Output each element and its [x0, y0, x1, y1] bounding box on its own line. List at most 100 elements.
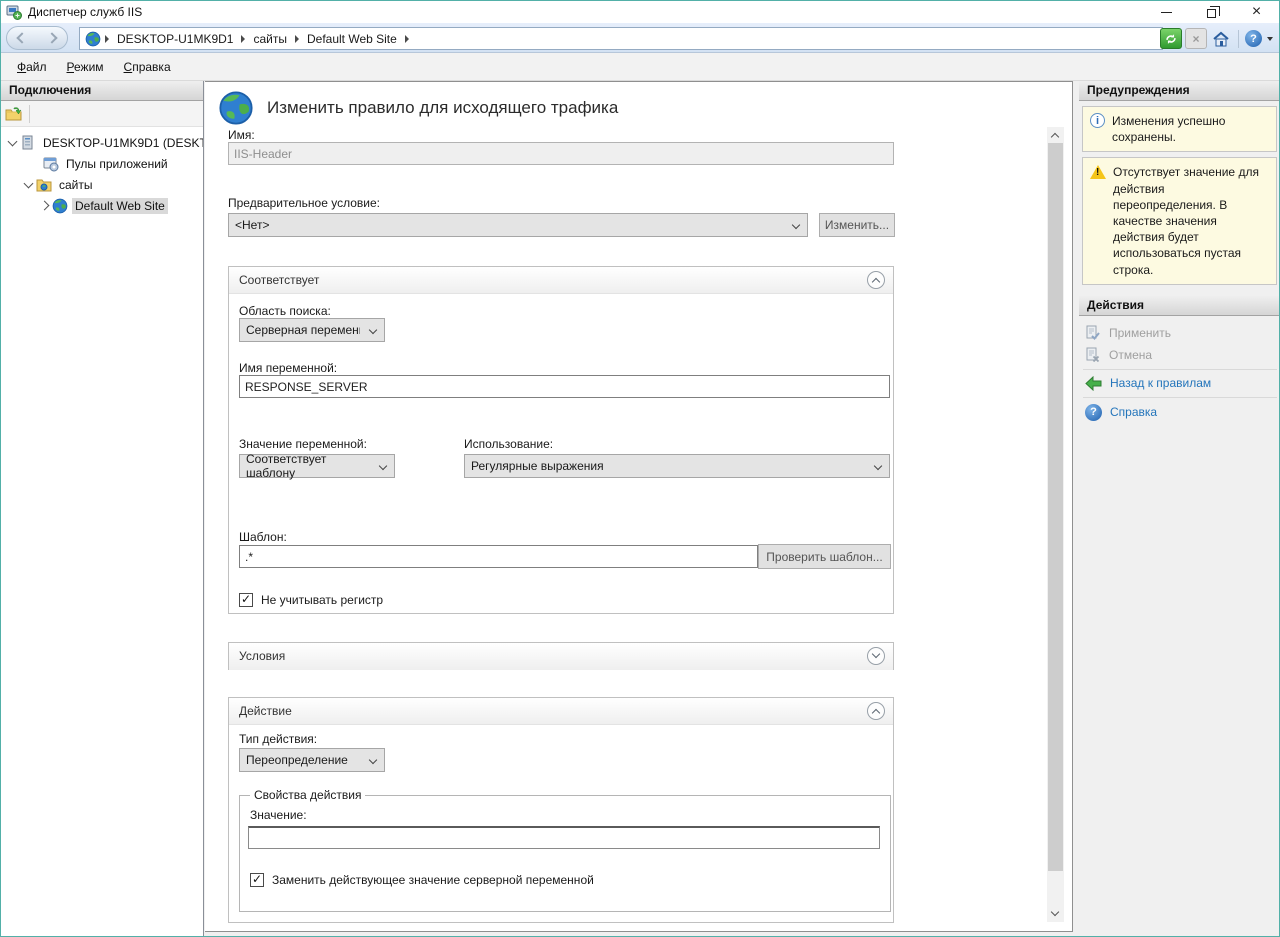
page-title: Изменить правило для исходящего трафика	[267, 98, 618, 118]
ignore-case-checkbox[interactable]	[239, 593, 253, 607]
replace-checkbox[interactable]	[250, 873, 264, 887]
back-button[interactable]	[16, 32, 27, 43]
apply-action[interactable]: Применить	[1079, 322, 1280, 344]
back-to-rules-action[interactable]: Назад к правилам	[1079, 373, 1280, 394]
scroll-down-icon[interactable]	[1051, 908, 1059, 916]
chevron-down-icon	[369, 326, 377, 334]
separator	[1083, 397, 1277, 398]
iis-manager-window: Диспетчер служб IIS × DESKTOP-U1MK9D1 са…	[0, 0, 1280, 937]
actions-list: Применить Отмена Назад к правилам ? Спра…	[1079, 316, 1280, 424]
scope-label: Область поиска:	[239, 304, 331, 318]
variable-value-select[interactable]: Соответствует шаблону	[239, 454, 395, 478]
chevron-down-icon[interactable]	[8, 136, 18, 146]
action-section-header[interactable]: Действие	[229, 698, 893, 725]
collapse-button[interactable]	[867, 702, 885, 720]
action-type-select[interactable]: Переопределение	[239, 748, 385, 772]
breadcrumb-sites[interactable]: сайты	[249, 32, 291, 46]
match-section-header[interactable]: Соответствует	[229, 267, 893, 294]
tree-item-label: DESKTOP-U1MK9D1 (DESKTOP	[40, 135, 203, 151]
pattern-input[interactable]	[239, 545, 758, 568]
warning-icon: !	[1090, 165, 1106, 179]
breadcrumb-arrow-icon	[241, 35, 245, 43]
breadcrumb-server[interactable]: DESKTOP-U1MK9D1	[113, 32, 237, 46]
restore-button[interactable]	[1189, 1, 1234, 23]
server-icon	[20, 135, 36, 151]
connections-toolbar	[1, 101, 203, 127]
test-pattern-button[interactable]: Проверить шаблон...	[758, 544, 891, 569]
help-dropdown-icon[interactable]	[1267, 37, 1273, 41]
scroll-up-icon[interactable]	[1051, 133, 1059, 141]
home-icon	[1212, 31, 1230, 47]
menu-bar: Файл Режим Справка	[1, 53, 1279, 81]
info-alert: i Изменения успешно сохранены.	[1082, 106, 1277, 152]
precondition-select[interactable]: <Нет>	[228, 213, 808, 237]
close-icon: ×	[1252, 3, 1261, 21]
replace-label: Заменить действующее значение серверной …	[272, 873, 594, 887]
vertical-scrollbar[interactable]	[1047, 127, 1064, 922]
tree-item-sites[interactable]: сайты	[1, 174, 203, 195]
tree-item-default-web-site[interactable]: Default Web Site	[1, 195, 203, 216]
menu-help[interactable]: Справка	[114, 56, 181, 78]
chevron-down-icon	[874, 462, 882, 470]
name-label: Имя:	[228, 128, 255, 142]
cancel-action[interactable]: Отмена	[1079, 344, 1280, 366]
close-button[interactable]: ×	[1234, 1, 1279, 23]
right-panel: Предупреждения i Изменения успешно сохра…	[1079, 81, 1280, 937]
app-icon	[6, 4, 22, 20]
tree-item-server[interactable]: DESKTOP-U1MK9D1 (DESKTOP	[1, 132, 203, 153]
precondition-label: Предварительное условие:	[228, 196, 380, 210]
scope-select[interactable]: Серверная переменн	[239, 318, 385, 342]
menu-view[interactable]: Режим	[57, 56, 114, 78]
pattern-label: Шаблон:	[239, 530, 287, 544]
stop-icon: ×	[1192, 32, 1199, 46]
chevron-down-icon[interactable]	[24, 178, 34, 188]
toolbar-separator	[29, 105, 30, 123]
site-globe-icon	[85, 31, 101, 47]
collapse-button[interactable]	[867, 271, 885, 289]
conditions-section-header[interactable]: Условия	[229, 643, 893, 670]
using-select[interactable]: Регулярные выражения	[464, 454, 890, 478]
tree-item-app-pools[interactable]: Пулы приложений	[1, 153, 203, 174]
name-input	[228, 142, 894, 165]
edit-precondition-button[interactable]: Изменить...	[819, 213, 895, 237]
ignore-case-label: Не учитывать регистр	[261, 593, 383, 607]
variable-name-input[interactable]	[239, 375, 890, 398]
scrollbar-thumb[interactable]	[1048, 143, 1063, 871]
breadcrumb-arrow-icon	[105, 35, 109, 43]
conditions-section: Условия	[228, 642, 894, 670]
replace-checkbox-row[interactable]: Заменить действующее значение серверной …	[250, 873, 882, 887]
breadcrumb[interactable]: DESKTOP-U1MK9D1 сайты Default Web Site	[79, 27, 1163, 50]
chevron-up-icon	[872, 709, 880, 717]
expand-button[interactable]	[867, 647, 885, 665]
menu-file[interactable]: Файл	[7, 56, 57, 78]
connections-header: Подключения	[1, 81, 203, 101]
minimize-button[interactable]	[1144, 1, 1189, 23]
address-bar: DESKTOP-U1MK9D1 сайты Default Web Site ×…	[1, 23, 1279, 53]
help-action[interactable]: ? Справка	[1079, 401, 1280, 424]
site-globe-icon	[52, 198, 68, 214]
application-pools-icon	[43, 156, 59, 172]
value-input[interactable]	[248, 826, 880, 849]
help-icon: ?	[1085, 404, 1102, 421]
action-type-label: Тип действия:	[239, 732, 317, 746]
using-label: Использование:	[464, 437, 553, 451]
chevron-down-icon	[369, 756, 377, 764]
save-connections-icon[interactable]	[5, 106, 23, 122]
home-button[interactable]	[1210, 28, 1232, 49]
help-icon[interactable]: ?	[1245, 30, 1262, 47]
stop-button[interactable]: ×	[1185, 28, 1207, 49]
alerts-header: Предупреждения	[1079, 81, 1280, 101]
chevron-down-icon	[872, 650, 880, 658]
chevron-right-icon[interactable]	[40, 201, 50, 211]
apply-icon	[1085, 325, 1101, 341]
breadcrumb-website[interactable]: Default Web Site	[303, 32, 401, 46]
alert-text: Изменения успешно сохранены.	[1112, 113, 1270, 145]
section-title: Условия	[239, 649, 285, 663]
toolbar-separator	[1238, 30, 1239, 48]
ignore-case-checkbox-row[interactable]: Не учитывать регистр	[239, 593, 383, 607]
refresh-icon	[1164, 32, 1178, 46]
refresh-button[interactable]	[1160, 28, 1182, 49]
section-title: Соответствует	[239, 273, 319, 287]
forward-button[interactable]	[46, 32, 57, 43]
apply-label: Применить	[1109, 326, 1171, 340]
